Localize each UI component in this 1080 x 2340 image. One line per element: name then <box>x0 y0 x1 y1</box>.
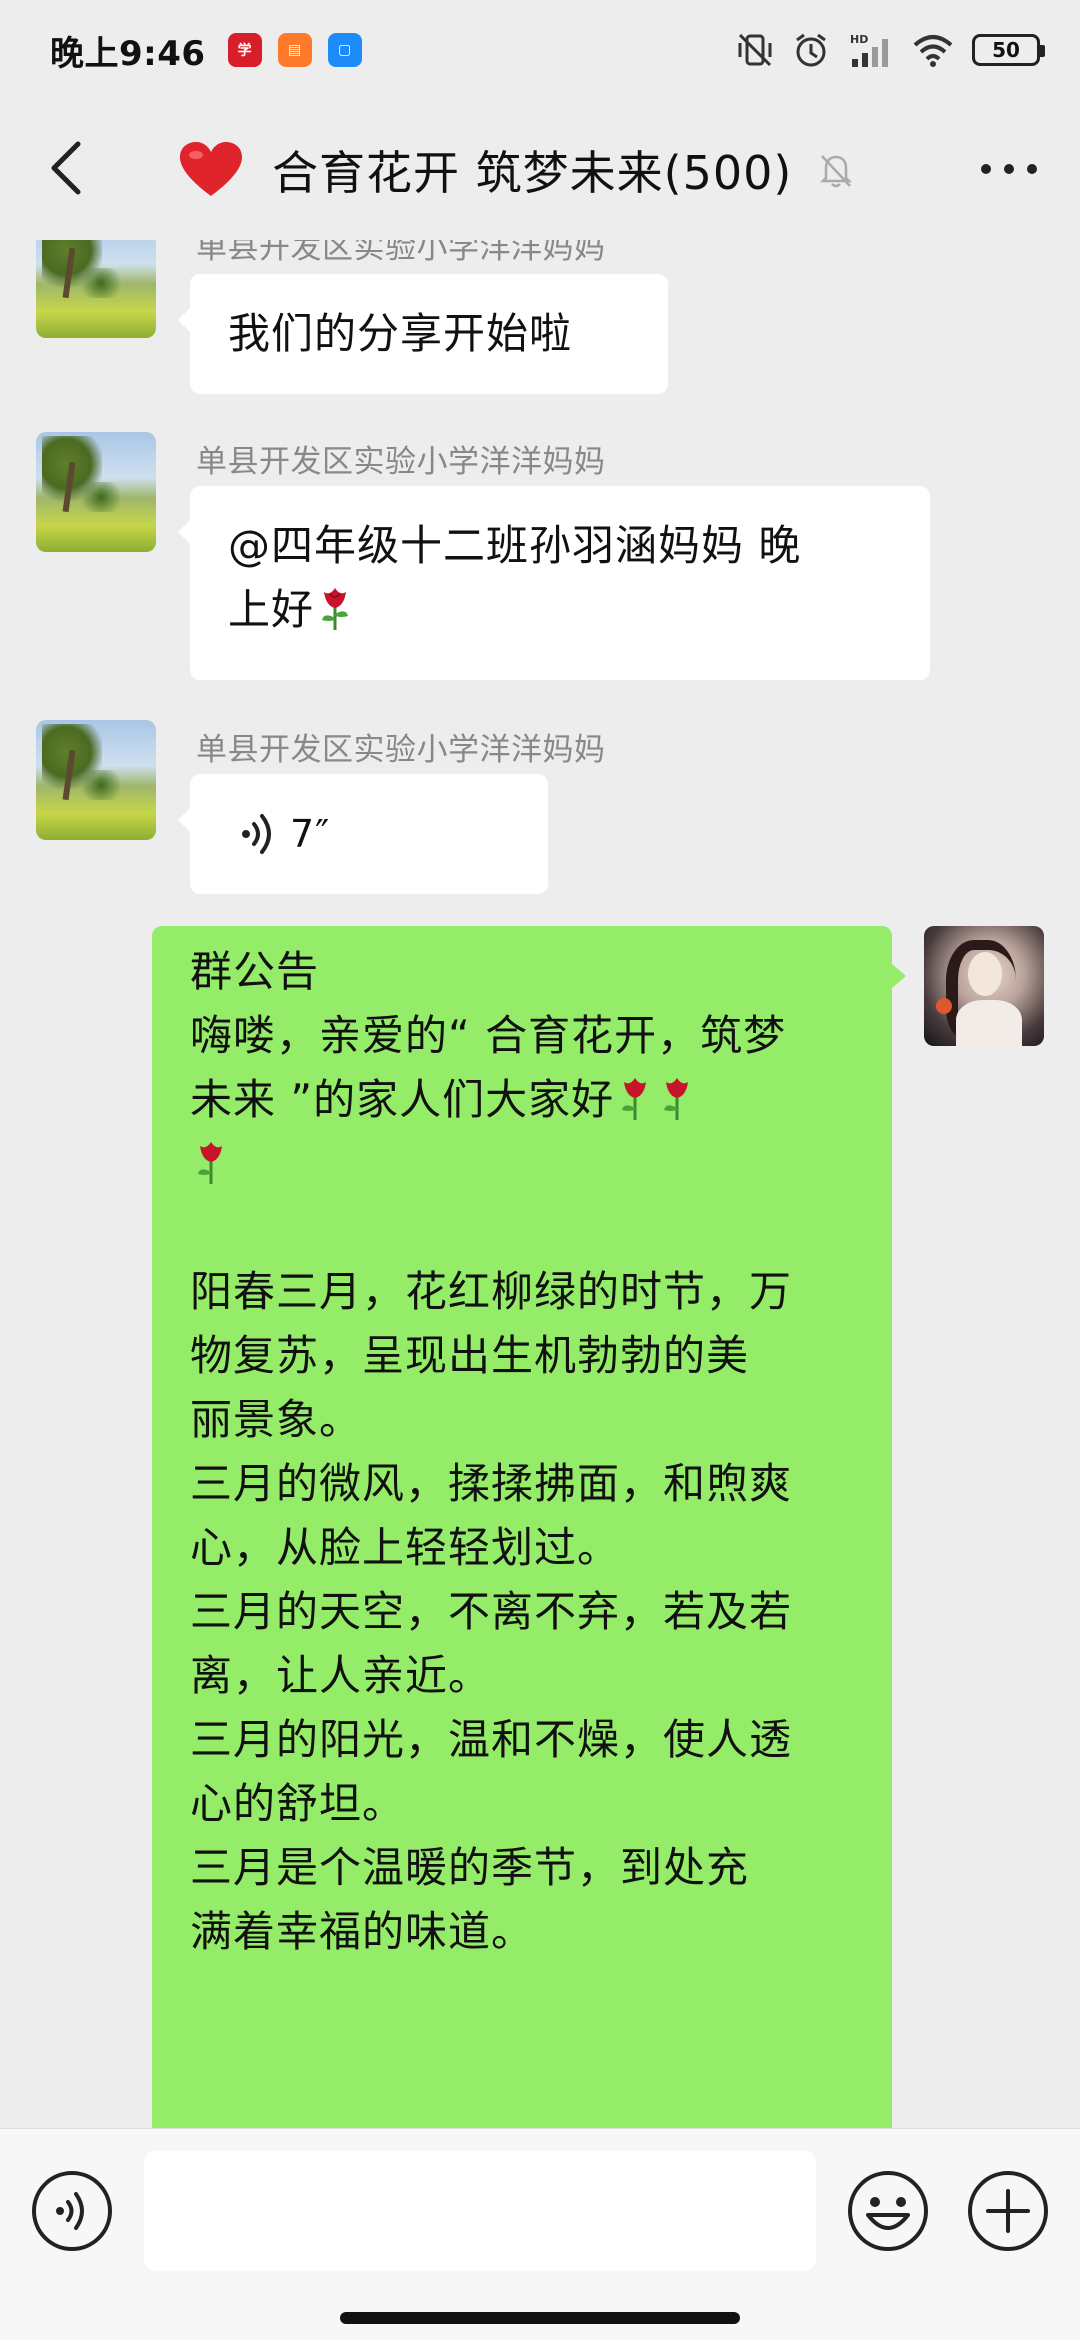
chat-header: 合育花开 筑梦未来(500) <box>0 100 1080 240</box>
avatar-bush <box>76 770 126 800</box>
chat-title: 合育花开 筑梦未来(500) <box>272 146 793 200</box>
sender-name: 单县开发区实验小学洋洋妈妈 <box>196 240 606 266</box>
svg-text:HD: HD <box>850 33 868 46</box>
red-app-icon: 学 <box>227 33 262 67</box>
status-time: 晚上9:46 <box>50 33 206 74</box>
announcement-line: 物复苏，呈现出生机勃勃的美 <box>190 1331 750 1380</box>
home-indicator[interactable] <box>340 2312 740 2324</box>
message-bubble[interactable]: @四年级十二班孙羽涵妈妈 晚 上好 <box>178 486 930 680</box>
input-bar <box>0 2128 1080 2340</box>
message-input[interactable] <box>144 2151 816 2271</box>
rose-emoji-icon <box>664 1078 689 1120</box>
emoji-button[interactable] <box>846 2169 930 2253</box>
rose-emoji-icon <box>622 1078 647 1120</box>
sender-avatar[interactable] <box>36 240 156 338</box>
battery-indicator: 50 <box>972 34 1045 66</box>
vibrate-off-icon <box>738 33 772 67</box>
voice-input-button[interactable] <box>30 2169 114 2253</box>
signal-icon: HD <box>850 33 888 67</box>
my-avatar[interactable] <box>924 926 1044 1046</box>
blue-app-icon: ▢ <box>327 33 362 67</box>
more-functions-button[interactable] <box>966 2169 1050 2253</box>
announcement-line: 嗨喽，亲爱的“ 合育花开，筑梦 <box>190 1011 787 1060</box>
avatar-bush <box>76 268 126 298</box>
heart-icon <box>180 142 242 196</box>
message-text: 我们的分享开始啦 <box>228 309 573 358</box>
plus-icon <box>968 2171 1048 2251</box>
announcement-line: 三月的微风，揉揉拂面，和煦爽 <box>190 1459 793 1508</box>
sender-avatar[interactable] <box>36 720 156 840</box>
voice-wave-icon <box>242 814 271 854</box>
more-dots-icon <box>981 164 1037 174</box>
more-options-button[interactable] <box>974 144 1044 194</box>
avatar-face <box>968 952 1002 996</box>
announcement-line: 三月的阳光，温和不燥，使人透 <box>190 1715 793 1764</box>
bell-muted-icon <box>820 155 853 188</box>
avatar-body <box>956 1000 1022 1046</box>
sender-avatar[interactable] <box>36 432 156 552</box>
announcement-line: 离，让人亲近。 <box>190 1651 492 1700</box>
message-text-line: @四年级十二班孙羽涵妈妈 晚 <box>228 521 802 570</box>
voice-message-bubble[interactable]: 7″ <box>178 774 548 894</box>
announcement-line: 三月的天空，不离不弃，若及若 <box>190 1587 793 1636</box>
emoji-icon <box>848 2171 928 2251</box>
announcement-title: 群公告 <box>190 947 320 996</box>
message-text-line: 上好 <box>228 585 315 634</box>
avatar-flower <box>936 998 952 1014</box>
announcement-line: 心的舒坦。 <box>190 1779 406 1828</box>
announcement-line: 阳春三月，花红柳绿的时节，万 <box>190 1267 793 1316</box>
announcement-line <box>190 1132 854 1196</box>
orange-app-icon: ▤ <box>277 33 312 67</box>
status-bar: 晚上9:46 学 ▤ ▢ HD 50 <box>0 0 1080 100</box>
rose-emoji-icon <box>198 1142 222 1184</box>
alarm-icon <box>796 33 826 67</box>
chat-title-area: 合育花开 筑梦未来(500) <box>180 130 856 210</box>
chevron-left-icon <box>51 141 81 195</box>
announcement-line: 三月是个温暖的季节，到处充 <box>190 1843 750 1892</box>
announcement-line: 心，从脸上轻轻划过。 <box>190 1523 621 1572</box>
announcement-line: 满着幸福的味道。 <box>190 1907 535 1956</box>
sender-name: 单县开发区实验小学洋洋妈妈 <box>196 732 606 768</box>
message-bubble[interactable]: 我们的分享开始啦 <box>178 274 668 394</box>
wifi-icon <box>913 35 953 67</box>
announcement-line: 未来 ”的家人们大家好 <box>190 1068 854 1132</box>
voice-duration: 7″ <box>290 812 331 856</box>
announcement-line: 丽景象。 <box>190 1395 363 1444</box>
rose-emoji-icon <box>322 588 349 630</box>
voice-icon <box>32 2171 112 2251</box>
sender-name: 单县开发区实验小学洋洋妈妈 <box>196 444 606 480</box>
chat-message-list[interactable]: 单县开发区实验小学洋洋妈妈 我们的分享开始啦 单县开发区实验小学洋洋妈妈 @四年… <box>0 240 1080 2128</box>
announcement-bubble[interactable]: 群公告 嗨喽，亲爱的“ 合育花开，筑梦 未来 ”的家人们大家好 阳春三月，花红柳… <box>152 926 906 2128</box>
back-button[interactable] <box>36 138 96 198</box>
avatar-bush <box>76 482 126 512</box>
